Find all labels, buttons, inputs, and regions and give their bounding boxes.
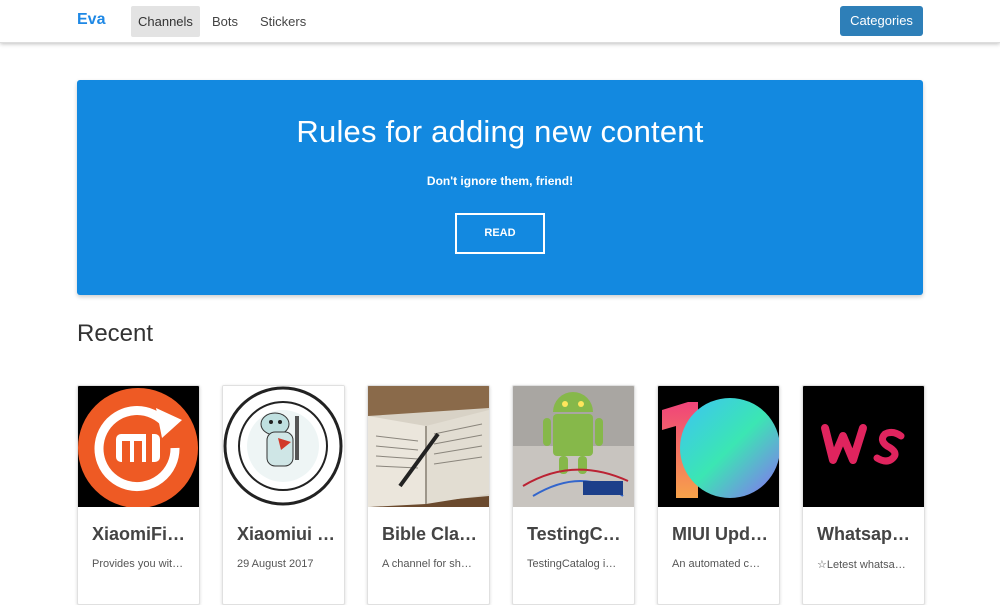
card-title: TestingC…: [527, 524, 621, 544]
brand-link[interactable]: Eva: [77, 11, 105, 29]
channel-card[interactable]: Xiaomiui … 29 August 2017: [222, 385, 345, 605]
categories-button[interactable]: Categories: [840, 6, 923, 36]
banner-title: Rules for adding new content: [296, 114, 704, 149]
rules-banner: Rules for adding new content Don't ignor…: [77, 80, 923, 295]
banner-subtitle: Don't ignore them, friend!: [426, 174, 574, 188]
top-navbar: Eva Channels Bots Stickers Categories: [0, 0, 1000, 43]
nav-item-channels[interactable]: Channels: [131, 6, 200, 37]
mi-logo-image: [78, 386, 199, 507]
channel-card[interactable]: Whatsap… ☆Letest whatsa…: [802, 385, 925, 605]
miui-10-logo-image: [658, 386, 779, 507]
recent-heading: Recent: [77, 320, 154, 347]
ws-logo-image: [803, 386, 924, 507]
channel-card[interactable]: MIUI Upd… An automated ch…: [657, 385, 780, 605]
card-description: An automated ch…: [672, 558, 766, 570]
open-bible-image: [368, 386, 489, 507]
card-description: 29 August 2017: [237, 558, 314, 570]
channel-card[interactable]: Bible Cla… A channel for sh…: [367, 385, 490, 605]
read-button[interactable]: READ: [455, 213, 545, 254]
card-title: MIUI Upd…: [672, 524, 768, 544]
channel-card[interactable]: TestingC… TestingCatalog i…: [512, 385, 635, 605]
nav-item-stickers[interactable]: Stickers: [253, 6, 313, 37]
card-description: Provides you wit…: [92, 558, 184, 570]
channel-card[interactable]: XiaomiFir… Provides you wit…: [77, 385, 200, 605]
card-title: Bible Cla…: [382, 524, 478, 544]
xiaomiui-seal-image: [223, 386, 344, 507]
card-description: A channel for sh…: [382, 558, 472, 570]
card-title: Whatsap…: [817, 524, 911, 544]
card-description: TestingCatalog i…: [527, 558, 617, 570]
card-title: Xiaomiui …: [237, 524, 336, 544]
android-robot-image: [513, 386, 634, 507]
card-title: XiaomiFir…: [92, 524, 192, 544]
nav-item-bots[interactable]: Bots: [205, 6, 245, 37]
card-description: ☆Letest whatsa…: [817, 559, 906, 571]
